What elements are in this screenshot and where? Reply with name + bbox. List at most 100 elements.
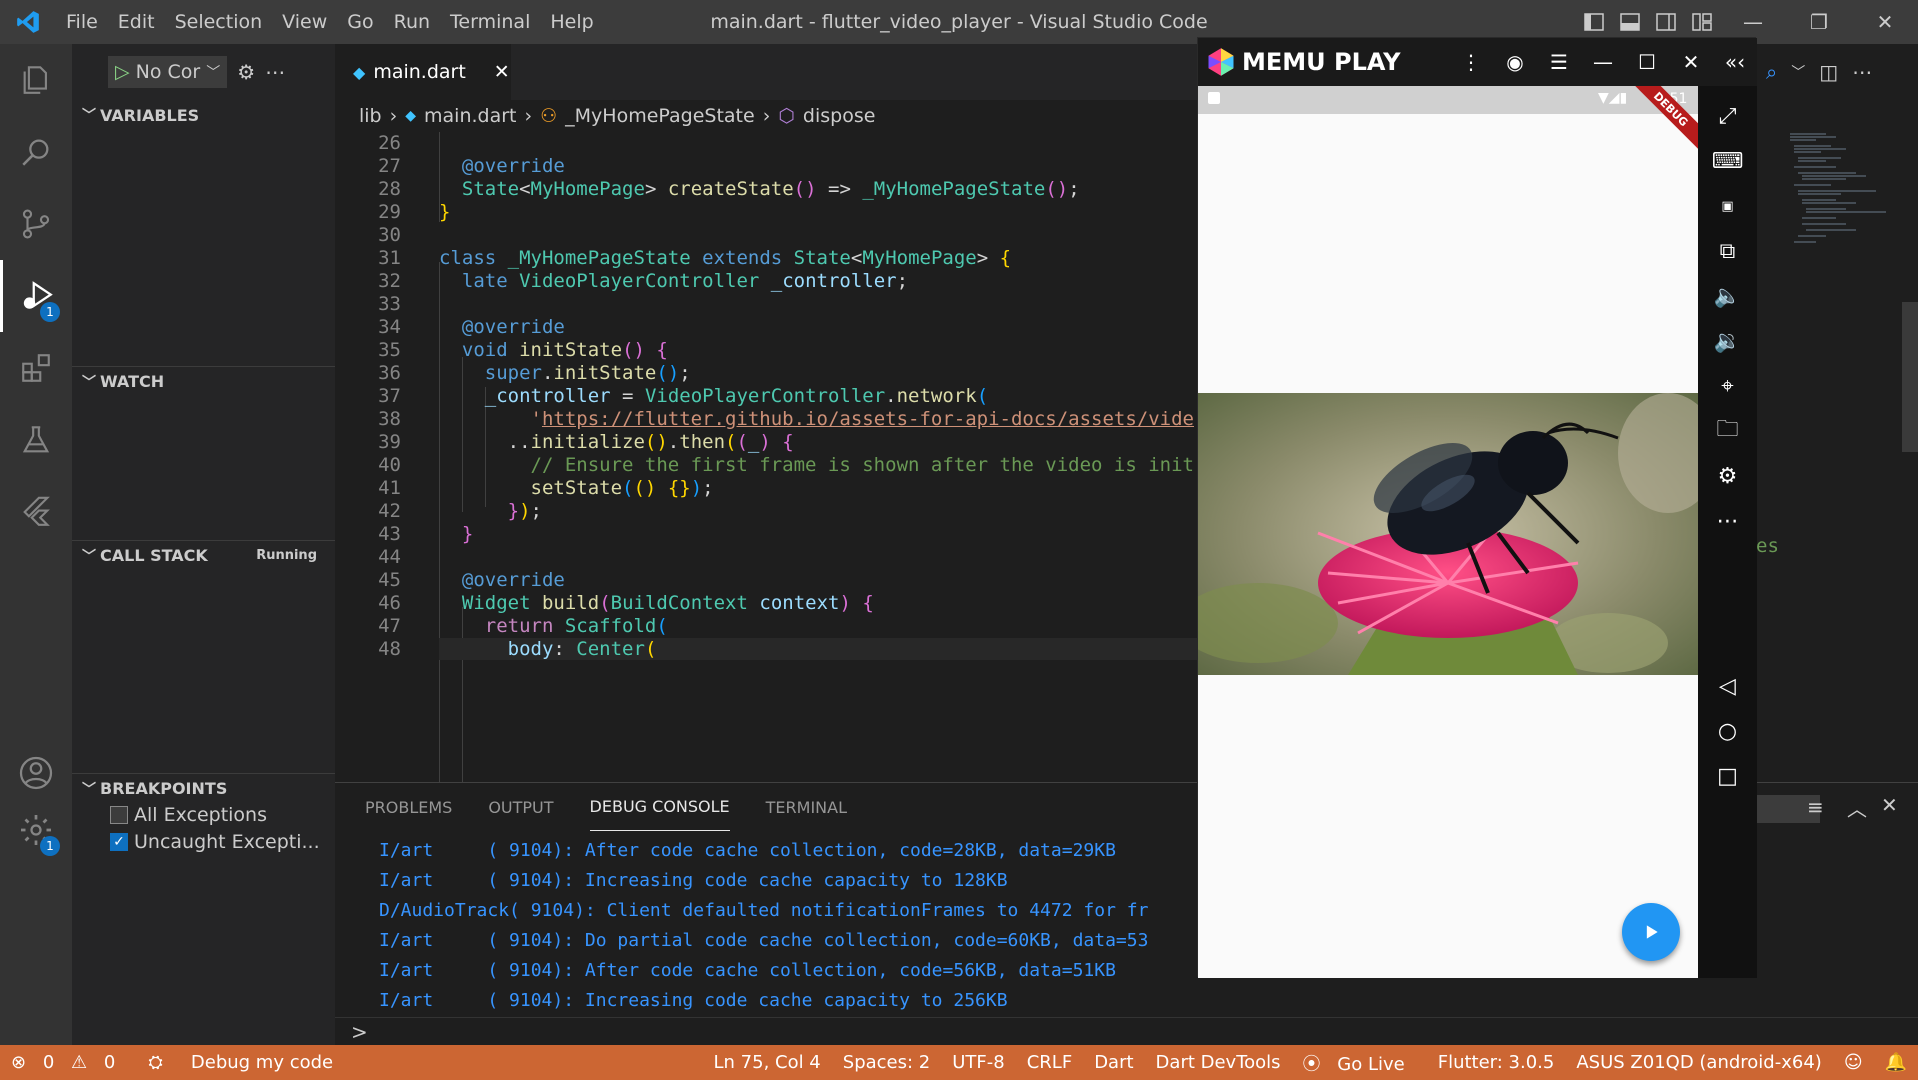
- more-actions-icon[interactable]: ⋯: [265, 60, 285, 84]
- settings-gear-icon[interactable]: ⚙: [1698, 456, 1757, 496]
- tab-output[interactable]: OUTPUT: [488, 783, 553, 831]
- manage-gear-icon[interactable]: 1: [0, 794, 72, 866]
- memu-menu-icon[interactable]: ☰: [1537, 38, 1581, 86]
- testing-icon[interactable]: [0, 404, 72, 476]
- watch-section[interactable]: ﹀ WATCH: [72, 366, 335, 396]
- debug-status[interactable]: ⛭ Debug my code: [137, 1052, 355, 1073]
- flutter-version[interactable]: Flutter: 3.0.5: [1427, 1052, 1566, 1073]
- code-editor[interactable]: 26 27 28 29 30 31 32 33 34 35 36 37 38 39 40 41 42 43 44 45…: [335, 132, 1205, 782]
- settings-badge: 1: [40, 836, 60, 856]
- split-editor-icon[interactable]: ◫: [1819, 60, 1838, 84]
- source-control-icon[interactable]: [0, 188, 72, 260]
- variables-section[interactable]: ﹀ VARIABLES: [72, 100, 335, 130]
- breadcrumb-file[interactable]: main.dart: [424, 105, 516, 127]
- device-selector[interactable]: ASUS Z01QD (android-x64): [1565, 1052, 1832, 1073]
- breadcrumb-method[interactable]: dispose: [803, 105, 876, 127]
- start-debug-icon[interactable]: ▷: [115, 61, 130, 83]
- more-icon[interactable]: ⋯: [1698, 501, 1757, 541]
- go-live[interactable]: ⦿ Go Live: [1292, 1050, 1427, 1076]
- close-panel-icon[interactable]: ✕: [1881, 793, 1898, 817]
- menu-terminal[interactable]: Terminal: [440, 0, 540, 44]
- problems-indicator[interactable]: ⊗ 0 ⚠ 0: [0, 1052, 137, 1073]
- multi-instance-icon[interactable]: ⧉: [1698, 231, 1757, 271]
- location-icon[interactable]: ⌖: [1698, 366, 1757, 406]
- play-icon: [1646, 925, 1658, 939]
- line-number: 26: [378, 132, 401, 154]
- menu-go[interactable]: Go: [337, 0, 383, 44]
- console-input[interactable]: >: [335, 1017, 1918, 1046]
- close-button[interactable]: ✕: [1852, 0, 1918, 44]
- debug-settings-gear-icon[interactable]: ⚙: [237, 60, 255, 84]
- explorer-icon[interactable]: [0, 44, 72, 116]
- breadcrumb-class[interactable]: _MyHomePageState: [565, 105, 755, 127]
- breadcrumb-lib[interactable]: lib: [359, 105, 382, 127]
- scrollbar-thumb[interactable]: [1902, 302, 1918, 452]
- breadcrumb: lib › ◆ main.dart › ⚇ _MyHomePageState › ⬡ dis…: [335, 100, 1205, 132]
- call-stack-section[interactable]: ﹀ CALL STACK Running: [72, 540, 335, 570]
- run-debug-icon[interactable]: 1: [0, 260, 72, 332]
- keyboard-icon[interactable]: ⌨: [1698, 141, 1757, 181]
- restore-button[interactable]: ❐: [1786, 0, 1852, 44]
- memu-account-icon[interactable]: ◉: [1493, 38, 1537, 86]
- checkbox-checked[interactable]: ✓: [110, 833, 128, 851]
- video-frame-bee-image: [1198, 393, 1698, 675]
- dart-file-icon: ◆: [353, 62, 366, 82]
- chevron-down-icon: ﹀: [82, 548, 96, 565]
- notifications-bell-icon[interactable]: 🔔: [1874, 1052, 1918, 1073]
- dart-devtools[interactable]: Dart DevTools: [1145, 1052, 1292, 1073]
- run-config-select[interactable]: ▷ No Cor ﹀: [108, 56, 228, 88]
- feedback-icon[interactable]: ☺: [1833, 1052, 1874, 1073]
- close-tab-icon[interactable]: ✕: [494, 61, 510, 83]
- editor-more-icon[interactable]: ⋯: [1852, 60, 1872, 84]
- menu-view[interactable]: View: [272, 0, 337, 44]
- memu-more-icon[interactable]: ⋮: [1449, 38, 1493, 86]
- language-mode[interactable]: Dart: [1083, 1052, 1144, 1073]
- menu-file[interactable]: File: [56, 0, 108, 44]
- maximize-panel-icon[interactable]: ︿: [1847, 793, 1867, 822]
- encoding[interactable]: UTF-8: [941, 1052, 1015, 1073]
- recents-icon[interactable]: □: [1698, 756, 1757, 796]
- line-number: 29: [378, 201, 401, 223]
- menu-run[interactable]: Run: [384, 0, 440, 44]
- fullscreen-icon[interactable]: ⤢: [1698, 96, 1757, 136]
- tab-terminal[interactable]: TERMINAL: [766, 783, 847, 831]
- menu-selection[interactable]: Selection: [165, 0, 273, 44]
- dart-file-icon: ◆: [405, 108, 417, 124]
- home-icon[interactable]: ○: [1698, 711, 1757, 751]
- search-icon[interactable]: [0, 116, 72, 188]
- tab-main-dart[interactable]: ◆ main.dart ✕: [335, 44, 511, 100]
- clear-console-icon[interactable]: ≡: [1807, 795, 1824, 819]
- console-prompt: >: [351, 1020, 368, 1044]
- debug-search-icon[interactable]: ⌕: [1766, 60, 1777, 84]
- chevron-down-icon[interactable]: ﹀: [1791, 62, 1805, 82]
- indentation[interactable]: Spaces: 2: [832, 1052, 941, 1073]
- editor-scrollbar[interactable]: [1902, 132, 1918, 782]
- minimap[interactable]: [1786, 132, 1896, 782]
- breakpoint-all-exceptions[interactable]: All Exceptions: [110, 804, 267, 826]
- menu-edit[interactable]: Edit: [108, 0, 165, 44]
- vscode-logo-icon: [0, 0, 56, 44]
- volume-down-icon[interactable]: 🔉: [1698, 321, 1757, 361]
- extensions-icon[interactable]: [0, 332, 72, 404]
- video-player[interactable]: [1198, 393, 1698, 675]
- apk-icon[interactable]: ▣: [1698, 186, 1757, 226]
- line-ending[interactable]: CRLF: [1016, 1052, 1083, 1073]
- tab-debug-console[interactable]: DEBUG CONSOLE: [589, 783, 730, 831]
- folder-icon[interactable]: 🗀: [1698, 411, 1757, 451]
- play-button[interactable]: [1622, 903, 1680, 961]
- back-icon[interactable]: ◁: [1698, 666, 1757, 706]
- memu-maximize-icon[interactable]: ☐: [1625, 38, 1669, 86]
- tab-problems[interactable]: PROBLEMS: [365, 783, 452, 831]
- breakpoint-uncaught-exceptions[interactable]: ✓ Uncaught Excepti...: [110, 831, 320, 853]
- android-screen[interactable]: ▼◢▮ 9:51 DEBUG: [1198, 86, 1698, 978]
- menu-help[interactable]: Help: [540, 0, 603, 44]
- breakpoints-section[interactable]: ﹀ BREAKPOINTS: [72, 773, 335, 803]
- checkbox[interactable]: [110, 806, 128, 824]
- memu-collapse-icon[interactable]: «‹: [1713, 38, 1757, 86]
- cursor-position[interactable]: Ln 75, Col 4: [703, 1052, 832, 1073]
- flutter-icon[interactable]: [0, 476, 72, 548]
- memu-close-icon[interactable]: ✕: [1669, 38, 1713, 86]
- breakpoint-label: Uncaught Excepti...: [134, 831, 320, 853]
- volume-up-icon[interactable]: 🔈: [1698, 276, 1757, 316]
- memu-minimize-icon[interactable]: —: [1581, 38, 1625, 86]
